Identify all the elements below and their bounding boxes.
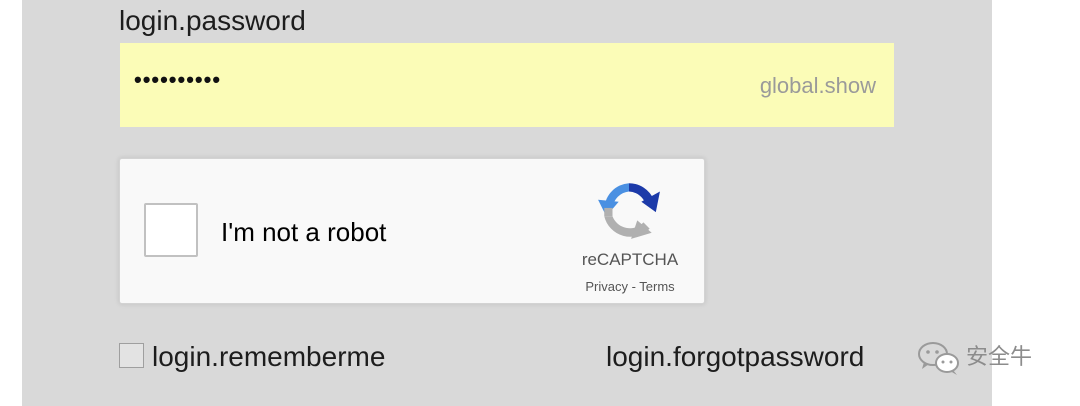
remember-me-checkbox[interactable] (119, 343, 144, 368)
recaptcha-links-separator: - (627, 279, 640, 294)
recaptcha-links: Privacy - Terms (550, 278, 710, 296)
forgot-password-link[interactable]: login.forgotpassword (606, 339, 864, 375)
show-password-button[interactable]: global.show (760, 71, 876, 101)
recaptcha-label: I'm not a robot (221, 217, 387, 247)
watermark-text: 安全牛 (966, 345, 1033, 370)
recaptcha-terms-link[interactable]: Terms (639, 279, 674, 294)
recaptcha-logo-icon (598, 183, 660, 239)
watermark: 安全牛 (916, 338, 1032, 378)
remember-me-label[interactable]: login.rememberme (152, 339, 385, 375)
recaptcha-widget: I'm not a robot reCAPTCHA Privacy - Term… (119, 158, 705, 304)
login-page: login.password •••••••••• global.show I'… (0, 0, 1080, 406)
recaptcha-privacy-link[interactable]: Privacy (585, 279, 628, 294)
recaptcha-brand: reCAPTCHA (581, 250, 679, 269)
password-field[interactable]: •••••••••• global.show (120, 43, 894, 127)
password-value[interactable]: •••••••••• (134, 65, 221, 95)
wechat-icon (918, 342, 959, 375)
password-label: login.password (119, 5, 306, 36)
recaptcha-checkbox[interactable] (144, 203, 198, 257)
